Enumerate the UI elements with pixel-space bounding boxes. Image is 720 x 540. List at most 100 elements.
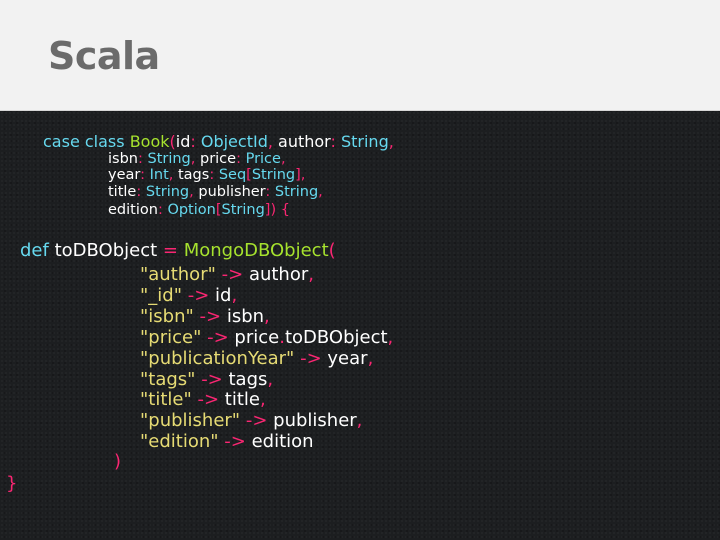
arrow-operator: ->: [224, 431, 246, 452]
string-literal: "author": [140, 264, 216, 285]
punctuation: ,: [300, 167, 306, 183]
code-line-mapping: "price" -> price.toDBObject,: [140, 327, 393, 348]
punctuation: ,: [388, 132, 394, 151]
punctuation: :: [137, 151, 143, 167]
arrow-operator: ->: [245, 410, 268, 431]
param-name: isbn: [108, 151, 138, 167]
string-literal: "edition": [140, 431, 219, 452]
param-name: edition: [108, 202, 158, 218]
punctuation: :: [265, 184, 271, 200]
punctuation: ,: [260, 389, 266, 410]
punctuation: ,: [190, 151, 196, 167]
string-literal: "price": [140, 327, 202, 348]
punctuation: ,: [356, 410, 363, 431]
code-line-params-3: year: Int, tags: Seq[String],: [108, 167, 305, 183]
type-name: Price: [245, 151, 281, 167]
arrow-operator: ->: [197, 389, 220, 410]
mapping-value: id: [215, 285, 232, 306]
class-name: Book: [129, 132, 170, 151]
param-name: id: [175, 132, 191, 151]
param-name: year: [108, 167, 141, 183]
arrow-operator: ->: [300, 348, 322, 369]
method-name: toDBObject: [54, 240, 158, 261]
punctuation: :: [236, 151, 241, 167]
punctuation: ,: [318, 184, 323, 200]
param-name: price: [199, 151, 237, 167]
param-name: tags: [177, 167, 210, 183]
punctuation: :: [209, 167, 215, 183]
mapping-value: price: [234, 327, 280, 348]
keyword: class: [84, 132, 125, 151]
slide-header: Scala: [0, 0, 720, 111]
arrow-operator: ->: [187, 285, 210, 306]
param-name: author: [278, 132, 331, 151]
string-literal: "isbn": [140, 306, 194, 327]
punctuation: ,: [189, 184, 194, 200]
type-name: Option: [167, 202, 216, 218]
type-name: String: [274, 184, 319, 200]
type-name: String: [340, 132, 389, 151]
punctuation: ,: [231, 285, 238, 306]
mapping-value: title: [224, 389, 260, 410]
code-line-class-header: case class Book(id: ObjectId, author: St…: [43, 132, 394, 151]
keyword: def: [20, 240, 49, 261]
mapping-value: isbn: [226, 306, 265, 327]
punctuation: ,: [308, 264, 314, 285]
slide-title: Scala: [48, 34, 160, 78]
param-name: publisher: [198, 184, 266, 200]
code-block: case class Book ( id: ObjectId, author: St…: [0, 111, 720, 540]
code-line-mapping: "author" -> author,: [140, 264, 314, 285]
type-name: String: [145, 184, 190, 200]
mapping-value: author: [248, 264, 309, 285]
punctuation: :: [330, 132, 336, 151]
mapping-value: publisher: [273, 410, 357, 431]
type-name: Int: [149, 167, 169, 183]
punctuation: :: [157, 202, 163, 218]
code-line-mapping: "publicationYear" -> year,: [140, 348, 373, 369]
code-line-mapping: "isbn" -> isbn,: [140, 306, 270, 327]
code-line-mapping: "title" -> title,: [140, 389, 266, 410]
type-name: String: [221, 202, 265, 218]
string-literal: "publisher": [140, 410, 241, 431]
punctuation: }: [6, 473, 18, 494]
code-line-params-4: title: String, publisher: String,: [108, 184, 323, 200]
keyword: case: [43, 132, 80, 151]
punctuation: ): [114, 451, 122, 472]
arrow-operator: ->: [199, 306, 222, 327]
code-line-params-5: edition: Option[String]) {: [108, 202, 290, 218]
punctuation: :: [136, 184, 142, 200]
type-name: String: [147, 151, 191, 167]
arrow-operator: ->: [201, 369, 223, 390]
mapping-value: tags: [228, 369, 268, 390]
punctuation: ,: [264, 306, 270, 327]
code-line-def: def toDBObject = MongoDBObject(: [20, 240, 336, 261]
arrow-operator: ->: [207, 327, 229, 348]
type-name: ObjectId: [200, 132, 268, 151]
punctuation: ,: [280, 151, 286, 167]
punctuation: {: [280, 202, 290, 218]
string-literal: "_id": [140, 285, 182, 306]
punctuation: :: [190, 132, 196, 151]
method-name: toDBObject: [284, 327, 388, 348]
punctuation: ): [270, 202, 277, 218]
code-line-mapping: "edition" -> edition: [140, 431, 314, 452]
code-line-params-2: isbn: String, price: Price,: [108, 151, 286, 167]
string-literal: "title": [140, 389, 192, 410]
code-line-mapping: "tags" -> tags,: [140, 369, 273, 390]
punctuation: ,: [367, 348, 374, 369]
param-name: title: [108, 184, 137, 200]
type-name: Seq: [218, 167, 247, 183]
string-literal: "tags": [140, 369, 196, 390]
punctuation: (: [328, 240, 336, 261]
punctuation: ,: [267, 132, 273, 151]
arrow-operator: ->: [221, 264, 244, 285]
mapping-value: edition: [251, 431, 314, 452]
punctuation: ,: [168, 167, 174, 183]
code-line-close-paren: ): [114, 451, 121, 472]
punctuation: =: [162, 240, 178, 261]
punctuation: ,: [387, 327, 394, 348]
code-line-mapping: "_id" -> id,: [140, 285, 237, 306]
punctuation: ,: [267, 369, 274, 390]
code-line-close-brace: }: [6, 473, 17, 494]
mapping-value: year: [327, 348, 368, 369]
